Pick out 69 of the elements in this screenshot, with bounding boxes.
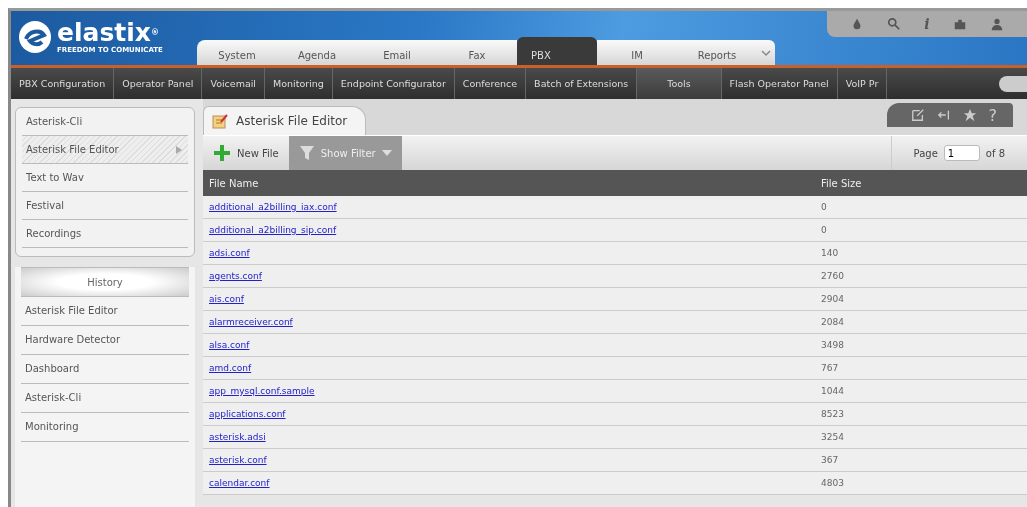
- menu-tab[interactable]: Fax: [437, 40, 517, 65]
- menu-tab[interactable]: Agenda: [277, 40, 357, 65]
- star-icon[interactable]: [962, 108, 977, 122]
- table-cell: 2904: [815, 287, 1027, 311]
- new-file-button[interactable]: New File: [203, 136, 289, 170]
- table-cell: 140: [815, 241, 1027, 265]
- file-link[interactable]: additional_a2billing_sip.conf: [209, 225, 337, 235]
- chevron-down-icon: [761, 47, 771, 58]
- table-cell: 367: [815, 448, 1027, 472]
- column-header[interactable]: File Size: [815, 170, 1027, 196]
- triangle-right-icon: [176, 145, 182, 154]
- sidebar-item[interactable]: Recordings: [22, 220, 188, 248]
- file-link[interactable]: amd.conf: [209, 363, 252, 373]
- table-cell: 3254: [815, 425, 1027, 449]
- scroll-arrows[interactable]: [999, 75, 1027, 92]
- file-link[interactable]: applications.conf: [209, 409, 286, 419]
- menu-tab[interactable]: System: [197, 40, 277, 65]
- module-menu-item[interactable]: Operator Panel: [114, 68, 203, 99]
- sidebar-item[interactable]: Asterisk File Editor: [22, 136, 188, 164]
- file-link[interactable]: alsa.conf: [209, 340, 250, 350]
- table-cell: 2084: [815, 310, 1027, 334]
- notepad-icon: [212, 113, 228, 129]
- menu-tab[interactable]: PBX: [517, 37, 597, 65]
- collapse-icon[interactable]: [936, 108, 951, 122]
- panel-title-text: Asterisk File Editor: [236, 114, 348, 128]
- column-header[interactable]: File Name: [203, 170, 815, 196]
- file-link[interactable]: alarmreceiver.conf: [209, 317, 293, 327]
- sidebar-item[interactable]: Text to Wav: [22, 164, 188, 192]
- file-link[interactable]: adsi.conf: [209, 248, 250, 258]
- table-cell: 2760: [815, 264, 1027, 288]
- sidebar-item[interactable]: Festival: [22, 192, 188, 220]
- file-link[interactable]: asterisk.adsi: [209, 432, 266, 442]
- page-field[interactable]: 1: [943, 145, 980, 161]
- filter-icon: [298, 145, 315, 161]
- page-count: of 8: [985, 147, 1005, 159]
- table-cell: 767: [815, 356, 1027, 380]
- page-label: Page: [913, 147, 938, 159]
- history-item[interactable]: Hardware Detector: [21, 326, 189, 355]
- file-link[interactable]: asterisk.conf: [209, 455, 267, 465]
- history-title: History: [21, 267, 189, 297]
- menu-tab[interactable]: Reports: [677, 40, 757, 65]
- menu-tab[interactable]: IM: [597, 40, 677, 65]
- file-link[interactable]: app_mysql.conf.sample: [209, 386, 315, 396]
- file-link[interactable]: ais.conf: [209, 294, 244, 304]
- logo-name: elastix®: [57, 20, 159, 46]
- table-cell: 0: [815, 196, 1027, 219]
- table-cell: 4803: [815, 471, 1027, 495]
- help-icon[interactable]: ?: [988, 105, 997, 125]
- module-menu-item[interactable]: Tools: [637, 68, 722, 99]
- search-icon[interactable]: [887, 17, 902, 31]
- table-cell: 1044: [815, 379, 1027, 403]
- history-item[interactable]: Dashboard: [21, 355, 189, 384]
- file-link[interactable]: additional_a2billing_iax.conf: [209, 202, 337, 212]
- logo-icon: [17, 19, 53, 55]
- table-cell: 3498: [815, 333, 1027, 357]
- history-item[interactable]: Monitoring: [21, 413, 189, 442]
- history-item[interactable]: Asterisk File Editor: [21, 297, 189, 326]
- table-cell: 0: [815, 218, 1027, 242]
- table-cell: 8523: [815, 402, 1027, 426]
- user-icon[interactable]: [989, 17, 1004, 31]
- history-item[interactable]: Asterisk-Cli: [21, 384, 189, 413]
- menu-tab[interactable]: Email: [357, 40, 437, 65]
- plus-icon: [213, 144, 231, 162]
- more-tabs-button[interactable]: [757, 40, 775, 65]
- module-menu-item[interactable]: PBX Configuration: [11, 68, 115, 99]
- edit-icon[interactable]: [910, 108, 925, 122]
- file-link[interactable]: calendar.conf: [209, 478, 270, 488]
- caret-icon: [381, 150, 392, 156]
- file-link[interactable]: agents.conf: [209, 271, 262, 281]
